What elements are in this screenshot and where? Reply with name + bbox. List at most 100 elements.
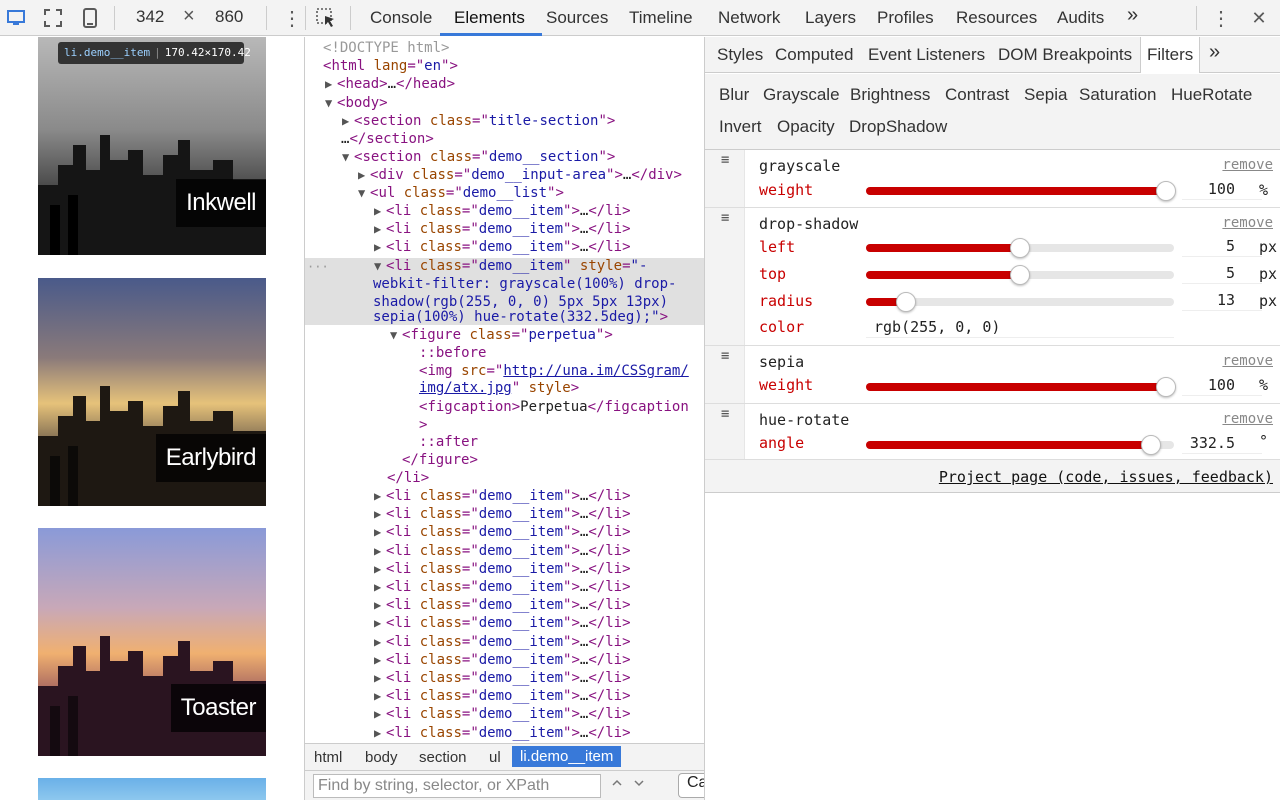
add-filter-dropshadow[interactable]: DropShadow bbox=[849, 117, 947, 137]
search-next-icon[interactable] bbox=[629, 776, 649, 796]
add-filter-contrast[interactable]: Contrast bbox=[945, 85, 1009, 105]
slider-thumb[interactable] bbox=[896, 292, 916, 312]
param-slider[interactable] bbox=[866, 238, 1174, 258]
param-slider[interactable] bbox=[866, 181, 1176, 201]
remove-filter-link[interactable]: remove bbox=[1222, 215, 1273, 231]
collapsed-arrow-icon[interactable]: ▶ bbox=[374, 633, 386, 651]
after-pseudo-node[interactable]: ::after bbox=[419, 433, 478, 451]
add-filter-saturation[interactable]: Saturation bbox=[1079, 85, 1157, 105]
add-filter-invert[interactable]: Invert bbox=[719, 117, 762, 137]
collapsed-arrow-icon[interactable]: ▶ bbox=[374, 202, 386, 220]
tab-audits[interactable]: Audits bbox=[1057, 8, 1104, 28]
li-item-node[interactable]: ▶ <li class="demo__item">…</li> bbox=[374, 238, 631, 256]
remove-filter-link[interactable]: remove bbox=[1222, 411, 1273, 427]
expanded-arrow-icon[interactable]: ▼ bbox=[325, 94, 337, 112]
param-value[interactable]: 332.5 bbox=[1182, 434, 1262, 454]
add-filter-opacity[interactable]: Opacity bbox=[777, 117, 835, 137]
figcaption-node[interactable]: <figcaption>Perpetua</figcaption bbox=[419, 398, 689, 416]
param-value[interactable]: 100 bbox=[1182, 180, 1262, 200]
li-item-node[interactable]: ▶ <li class="demo__item">…</li> bbox=[374, 633, 631, 651]
body-node[interactable]: ▼ <body> bbox=[325, 94, 388, 112]
inspect-element-icon[interactable] bbox=[314, 6, 338, 30]
photo-toaster[interactable]: Toaster bbox=[38, 528, 266, 756]
project-page-link[interactable]: Project page (code, issues, feedback) bbox=[939, 468, 1273, 486]
html-node[interactable]: <html lang="en"> bbox=[323, 57, 458, 75]
head-node[interactable]: ▶ <head>…</head> bbox=[325, 75, 455, 93]
tab-sources[interactable]: Sources bbox=[546, 8, 608, 28]
before-pseudo-node[interactable]: ::before bbox=[419, 344, 486, 362]
li-item-node[interactable]: ▶ <li class="demo__item">…</li> bbox=[374, 523, 631, 541]
param-value[interactable]: 5 bbox=[1182, 264, 1262, 284]
tab-layers[interactable]: Layers bbox=[805, 8, 856, 28]
remove-filter-link[interactable]: remove bbox=[1222, 353, 1273, 369]
figure-node[interactable]: ▼ <figure class="perpetua"> bbox=[390, 326, 613, 344]
collapsed-arrow-icon[interactable]: ▶ bbox=[358, 166, 370, 184]
demo-section-node[interactable]: ▼ <section class="demo__section"> bbox=[342, 148, 615, 166]
tab-profiles[interactable]: Profiles bbox=[877, 8, 934, 28]
slider-thumb[interactable] bbox=[1156, 181, 1176, 201]
tab-resources[interactable]: Resources bbox=[956, 8, 1037, 28]
collapsed-arrow-icon[interactable]: ▶ bbox=[374, 651, 386, 669]
cancel-button[interactable]: Cancel bbox=[678, 773, 704, 798]
add-filter-huerotate[interactable]: HueRotate bbox=[1171, 85, 1252, 105]
li-item-node[interactable]: ▶ <li class="demo__item">…</li> bbox=[374, 505, 631, 523]
dom-search-input[interactable]: Find by string, selector, or XPath bbox=[313, 774, 601, 798]
param-value[interactable]: 100 bbox=[1182, 376, 1262, 396]
param-slider[interactable] bbox=[866, 435, 1174, 455]
collapsed-arrow-icon[interactable]: ▶ bbox=[374, 669, 386, 687]
search-prev-icon[interactable] bbox=[607, 776, 627, 796]
mobile-device-icon[interactable] bbox=[78, 6, 102, 30]
li-item-node[interactable]: ▶ <li class="demo__item">…</li> bbox=[374, 724, 631, 742]
li-item-node[interactable]: ▶ <li class="demo__item">…</li> bbox=[374, 487, 631, 505]
li-item-node[interactable]: ▶ <li class="demo__item">…</li> bbox=[374, 560, 631, 578]
tab-dom-breakpoints[interactable]: DOM Breakpoints bbox=[998, 45, 1132, 65]
elements-tree[interactable]: <!DOCTYPE html> <html lang="en"> ▶ <head>… bbox=[305, 37, 704, 743]
add-filter-blur[interactable]: Blur bbox=[719, 85, 749, 105]
remove-filter-link[interactable]: remove bbox=[1222, 157, 1273, 173]
selected-li-node[interactable]: ▼ <li class="demo__item" style="- bbox=[374, 257, 647, 275]
responsive-frame-icon[interactable] bbox=[41, 6, 65, 30]
breadcrumb-html[interactable]: html bbox=[314, 749, 342, 766]
collapsed-arrow-icon[interactable]: ▶ bbox=[374, 705, 386, 723]
expanded-arrow-icon[interactable]: ▼ bbox=[342, 148, 354, 166]
li-item-node[interactable]: ▶ <li class="demo__item">…</li> bbox=[374, 705, 631, 723]
demo-list-node[interactable]: ▼ <ul class="demo__list"> bbox=[358, 184, 564, 202]
expanded-arrow-icon[interactable]: ▼ bbox=[390, 326, 402, 344]
tab-computed[interactable]: Computed bbox=[775, 45, 853, 65]
param-slider[interactable] bbox=[866, 292, 1174, 312]
add-filter-sepia[interactable]: Sepia bbox=[1024, 85, 1067, 105]
li-item-node[interactable]: ▶ <li class="demo__item">…</li> bbox=[374, 687, 631, 705]
collapsed-arrow-icon[interactable]: ▶ bbox=[374, 724, 386, 742]
collapsed-arrow-icon[interactable]: ▶ bbox=[374, 578, 386, 596]
li-item-node[interactable]: ▶ <li class="demo__item">…</li> bbox=[374, 614, 631, 632]
photo-inkwell[interactable]: Inkwell bbox=[38, 37, 266, 255]
add-filter-grayscale[interactable]: Grayscale bbox=[763, 85, 840, 105]
collapsed-arrow-icon[interactable]: ▶ bbox=[374, 523, 386, 541]
input-area-node[interactable]: ▶ <div class="demo__input-area">…</div> bbox=[358, 166, 682, 184]
more-tabs-chevron-icon[interactable]: » bbox=[1209, 41, 1220, 64]
li-item-node[interactable]: ▶ <li class="demo__item">…</li> bbox=[374, 542, 631, 560]
collapsed-arrow-icon[interactable]: ▶ bbox=[374, 596, 386, 614]
expanded-arrow-icon[interactable]: ▼ bbox=[374, 257, 386, 275]
collapsed-arrow-icon[interactable]: ▶ bbox=[342, 112, 354, 130]
tab-styles[interactable]: Styles bbox=[717, 45, 763, 65]
more-tabs-chevron-icon[interactable]: » bbox=[1127, 4, 1138, 27]
photo-next[interactable] bbox=[38, 778, 266, 800]
li-item-node[interactable]: ▶ <li class="demo__item">…</li> bbox=[374, 651, 631, 669]
slider-thumb[interactable] bbox=[1141, 435, 1161, 455]
li-item-node[interactable]: ▶ <li class="demo__item">…</li> bbox=[374, 220, 631, 238]
slider-thumb[interactable] bbox=[1010, 265, 1030, 285]
tab-timeline[interactable]: Timeline bbox=[629, 8, 693, 28]
collapsed-arrow-icon[interactable]: ▶ bbox=[374, 560, 386, 578]
node-actions-dots[interactable]: ··· bbox=[307, 258, 329, 276]
slider-thumb[interactable] bbox=[1156, 377, 1176, 397]
tab-network[interactable]: Network bbox=[718, 8, 780, 28]
li-item-node[interactable]: ▶ <li class="demo__item">…</li> bbox=[374, 669, 631, 687]
param-value[interactable]: 13 bbox=[1182, 291, 1262, 311]
collapsed-arrow-icon[interactable]: ▶ bbox=[374, 542, 386, 560]
device-mode-icon[interactable] bbox=[4, 6, 28, 30]
drag-handle[interactable]: ≡ bbox=[705, 150, 745, 207]
breadcrumb-body[interactable]: body bbox=[365, 749, 398, 766]
expanded-arrow-icon[interactable]: ▼ bbox=[358, 184, 370, 202]
breadcrumb-section[interactable]: section bbox=[419, 749, 467, 766]
